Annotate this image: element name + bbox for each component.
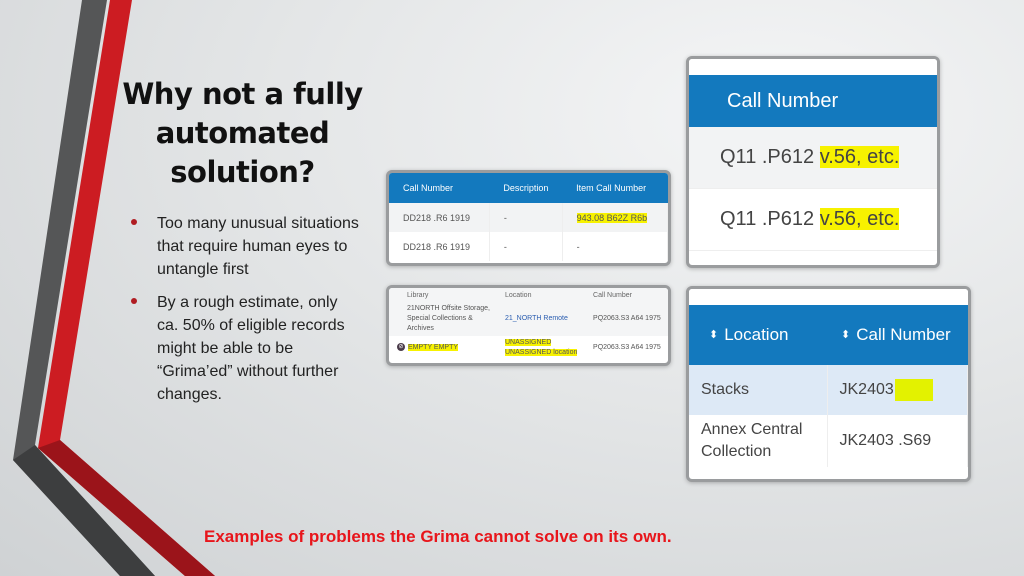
table-row: Annex Central Collection JK2403 .S69 <box>689 415 968 467</box>
table-row: Q11 .P612 v.56, etc. <box>689 127 937 189</box>
highlighted-value: v.56, etc. <box>819 208 900 230</box>
sort-icon: ⬍ <box>709 329 719 341</box>
sort-icon: ⬍ <box>841 329 851 341</box>
sortable-column-header[interactable]: ⬍ Location <box>689 305 827 365</box>
table-row: DD218 .R6 1919 - - <box>389 232 668 261</box>
bullet-item: By a rough estimate, only ca. 50% of eli… <box>130 291 360 406</box>
location-table: ⬍ Location ⬍ Call Number Stacks JK2403 Ann… <box>689 305 968 467</box>
bullet-item: Too many unusual situations that require… <box>130 212 360 281</box>
table-header: ⬍ Location ⬍ Call Number <box>689 305 968 365</box>
prohibited-icon: ⊘ <box>397 343 405 352</box>
screenshot-library-location: Library Location Call Number 21NORTH Off… <box>386 285 671 366</box>
bullet-list: Too many unusual situations that require… <box>130 212 360 416</box>
table-header: Call Number Description Item Call Number <box>389 173 668 203</box>
column-header: Call Number <box>689 75 937 127</box>
column-header: Description <box>503 183 549 193</box>
column-header: Item Call Number <box>576 183 647 193</box>
holdings-table: Library Location Call Number 21NORTH Off… <box>389 288 668 360</box>
location-link[interactable]: 21_NORTH Remote <box>505 315 568 322</box>
column-header: Library <box>389 288 497 302</box>
screenshot-call-number-volumes: Call Number Q11 .P612 v.56, etc. Q11 .P6… <box>686 56 940 268</box>
highlighted-value: v.56, etc. <box>819 146 900 168</box>
screenshot-item-call-number: Call Number Description Item Call Number… <box>386 170 671 266</box>
column-header: Call Number <box>585 288 668 302</box>
slide-title: Why not a fully automated solution? <box>122 77 363 189</box>
table-row: Q11 .P612 v.56, etc. <box>689 189 937 251</box>
table-row: ⊘ EMPTY EMPTY UNASSIGNED UNASSIGNED locati… <box>397 339 661 356</box>
item-table: Call Number Description Item Call Number… <box>389 173 668 261</box>
sortable-column-header[interactable]: ⬍ Call Number <box>827 305 968 365</box>
table-row: 21NORTH Offsite Storage, Special Collect… <box>389 302 668 336</box>
table-header: Library Location Call Number <box>389 288 668 302</box>
screenshot-location-call-number: ⬍ Location ⬍ Call Number Stacks JK2403 Ann… <box>686 286 971 482</box>
bullet-dot-icon <box>131 219 137 225</box>
bullet-dot-icon <box>131 298 137 304</box>
column-header: Location <box>497 288 586 302</box>
table-row: Stacks JK2403 <box>689 365 968 415</box>
highlighted-value: 943.08 B62Z R6b <box>576 212 648 223</box>
slide-caption: Examples of problems the Grima cannot so… <box>204 527 672 546</box>
table-row: DD218 .R6 1919 - 943.08 B62Z R6b <box>389 203 668 232</box>
highlighted-empty-space <box>894 379 933 401</box>
column-header: Call Number <box>403 183 454 193</box>
